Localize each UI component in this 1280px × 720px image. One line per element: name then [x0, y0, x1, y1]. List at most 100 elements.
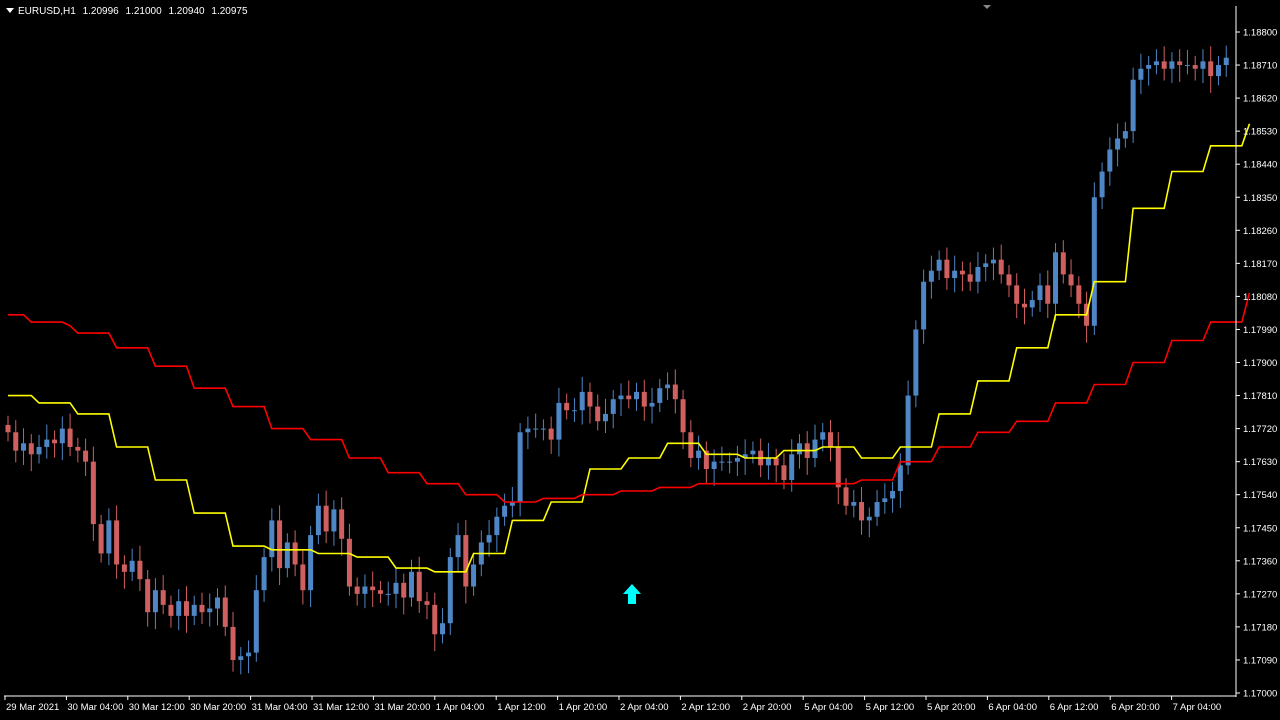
time-tick-label: 31 Mar 12:00 — [313, 702, 369, 713]
time-tick-label: 5 Apr 04:00 — [804, 702, 853, 713]
candle-body — [59, 428, 65, 444]
candle-body — [199, 604, 205, 613]
candle-body — [1138, 68, 1144, 80]
candle-body — [579, 391, 585, 411]
candle — [447, 547, 453, 635]
price-tick-label: 1.18710 — [1243, 61, 1277, 72]
candle-body — [556, 402, 562, 440]
collapse-triangle-icon[interactable] — [6, 8, 14, 13]
candle-body — [796, 443, 802, 455]
candle-body — [129, 560, 135, 572]
candle — [913, 320, 919, 408]
candle-body — [641, 391, 647, 407]
candle-body — [696, 450, 702, 458]
candle-body — [308, 535, 314, 591]
candle-body — [377, 590, 383, 594]
price-tick-label: 1.18440 — [1243, 160, 1277, 171]
time-tick-label: 1 Apr 12:00 — [497, 702, 546, 713]
candle-body — [1053, 252, 1059, 304]
symbol-timeframe: EURUSD,H1 — [18, 6, 76, 17]
candle-body — [1223, 57, 1229, 66]
candle-body — [610, 399, 616, 414]
candle-body — [734, 457, 740, 462]
time-tick-label: 2 Apr 12:00 — [681, 702, 730, 713]
time-tick-label: 2 Apr 04:00 — [620, 702, 669, 713]
price-tick-label: 1.17090 — [1243, 655, 1277, 666]
candle-body — [602, 413, 608, 422]
candle-body — [905, 395, 911, 466]
price-tick-label: 1.17630 — [1243, 457, 1277, 468]
candle-body — [1021, 303, 1027, 308]
price-tick-label: 1.17990 — [1243, 325, 1277, 336]
candle-body — [346, 538, 352, 587]
candle-body — [859, 502, 865, 521]
candle-body — [21, 443, 27, 451]
candle-body — [121, 564, 127, 572]
candle-body — [595, 406, 601, 422]
candle-body — [789, 454, 795, 481]
candle-body — [874, 502, 880, 517]
candle-body — [882, 498, 888, 503]
price-tick-label: 1.17900 — [1243, 358, 1277, 369]
price-tick-label: 1.18800 — [1243, 28, 1277, 39]
candle-body — [851, 502, 857, 506]
ohlc-low: 1.20940 — [168, 6, 205, 17]
candle-body — [269, 520, 275, 558]
candle-body — [1076, 285, 1082, 304]
candle-body — [525, 428, 531, 433]
price-chart[interactable]: 1.18800 1.18710 1.18620 1.18530 1.18440 1.183… — [0, 0, 1280, 720]
candle-body — [5, 424, 11, 433]
candle-body — [1169, 61, 1175, 69]
candle-body — [1177, 61, 1183, 66]
candle-body — [207, 608, 213, 613]
candle-body — [828, 432, 834, 447]
candle-body — [1045, 285, 1051, 304]
candle-body — [447, 557, 453, 624]
candle-body — [440, 623, 446, 635]
candle-body — [44, 439, 50, 447]
candle-body — [944, 259, 950, 279]
candle-body — [191, 604, 197, 616]
candle-body — [781, 465, 787, 481]
candle-body — [1068, 274, 1074, 286]
candle-body — [370, 586, 376, 591]
candle-body — [1014, 285, 1020, 304]
candle-body — [936, 259, 942, 271]
candle-body — [416, 571, 422, 602]
price-tick-label: 1.17450 — [1243, 523, 1277, 534]
candle-body — [261, 557, 267, 591]
candle-body — [362, 586, 368, 594]
candle-body — [83, 450, 89, 462]
candle-body — [626, 395, 632, 400]
time-tick-label: 6 Apr 04:00 — [988, 702, 1037, 713]
candle-body — [618, 395, 624, 400]
ohlc-open: 1.20996 — [82, 6, 119, 17]
candle-body — [463, 535, 469, 587]
time-tick-label: 31 Mar 20:00 — [374, 702, 430, 713]
candle-body — [890, 491, 896, 499]
candle-body — [983, 263, 989, 268]
candle-body — [680, 399, 686, 433]
time-tick-label: 7 Apr 04:00 — [1173, 702, 1222, 713]
candle-body — [1037, 285, 1043, 301]
candle-body — [998, 259, 1004, 275]
candle-body — [432, 604, 438, 635]
time-tick-label: 29 Mar 2021 — [6, 702, 59, 713]
candle-body — [315, 505, 321, 536]
price-tick-label: 1.17180 — [1243, 622, 1277, 633]
time-tick-label: 30 Mar 20:00 — [190, 702, 246, 713]
candle-body — [548, 428, 554, 440]
candle-body — [1215, 65, 1221, 77]
price-tick-label: 1.18080 — [1243, 292, 1277, 303]
candle-body — [571, 410, 577, 412]
time-tick-label: 2 Apr 20:00 — [743, 702, 792, 713]
candle-body — [928, 270, 934, 282]
candle-body — [36, 446, 42, 455]
candle-body — [106, 520, 112, 554]
candle-body — [975, 267, 981, 282]
candle-body — [114, 520, 120, 565]
candle-body — [1184, 65, 1190, 67]
candle-body — [1115, 138, 1121, 150]
candle-body — [1200, 61, 1206, 69]
candle-body — [1153, 61, 1159, 66]
